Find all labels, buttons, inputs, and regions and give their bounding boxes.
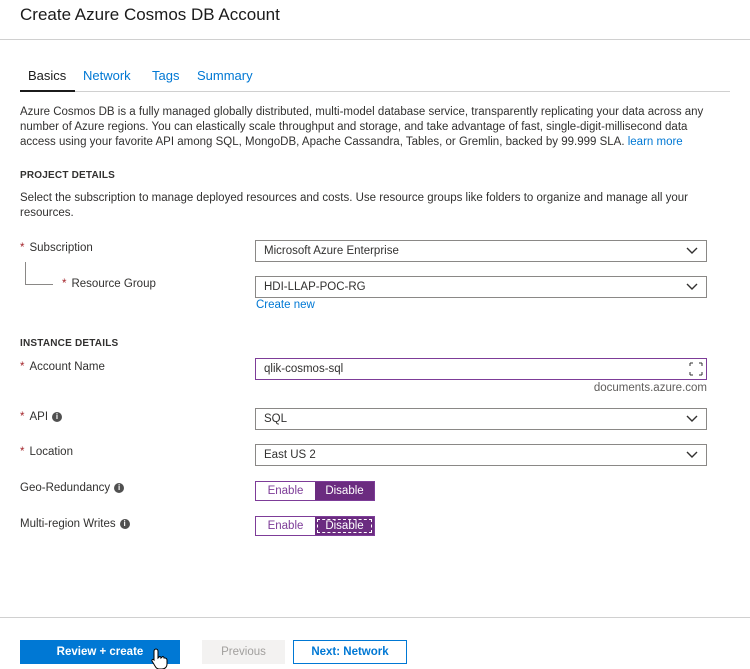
previous-button[interactable]: Previous	[202, 640, 285, 664]
geo-redundancy-disable[interactable]: Disable	[315, 482, 374, 500]
account-name-suffix: documents.azure.com	[593, 382, 707, 394]
account-name-input[interactable]: qlik-cosmos-sql	[255, 358, 707, 380]
multi-region-writes-disable[interactable]: Disable	[315, 517, 374, 535]
service-description-text: Azure Cosmos DB is a fully managed globa…	[20, 106, 704, 148]
required-marker: *	[20, 242, 25, 254]
instance-details-heading: INSTANCE DETAILS	[20, 338, 119, 349]
active-tab-indicator	[20, 90, 75, 92]
account-name-label-text: Account Name	[29, 361, 105, 373]
blade-header: Create Azure Cosmos DB Account	[0, 0, 750, 40]
geo-redundancy-label: Geo-Redundancy i	[20, 482, 125, 494]
account-name-value: qlik-cosmos-sql	[264, 363, 344, 375]
geo-redundancy-enable[interactable]: Enable	[256, 482, 315, 500]
required-marker: *	[20, 446, 25, 458]
page-title: Create Azure Cosmos DB Account	[20, 5, 280, 24]
create-new-link[interactable]: Create new	[256, 299, 315, 311]
location-label: * Location	[20, 446, 73, 458]
required-marker: *	[62, 278, 67, 290]
tab-basics[interactable]: Basics	[28, 68, 66, 83]
chevron-down-icon	[686, 283, 698, 290]
api-value: SQL	[264, 413, 288, 425]
next-network-button[interactable]: Next: Network	[293, 640, 407, 664]
multi-region-writes-label: Multi-region Writes i	[20, 518, 130, 530]
learn-more-link[interactable]: learn more	[628, 136, 683, 148]
geo-redundancy-label-text: Geo-Redundancy	[20, 482, 111, 494]
resize-handle-icon	[689, 362, 703, 376]
subscription-value: Microsoft Azure Enterprise	[264, 245, 399, 257]
required-marker: *	[20, 361, 25, 373]
tab-summary[interactable]: Summary	[197, 68, 253, 83]
multi-region-writes-label-text: Multi-region Writes	[20, 518, 116, 530]
location-dropdown[interactable]: East US 2	[255, 444, 707, 466]
info-icon[interactable]: i	[114, 482, 125, 493]
service-description: Azure Cosmos DB is a fully managed globa…	[20, 105, 710, 150]
tab-bar: Basics Network Tags Summary	[20, 62, 730, 92]
tab-network[interactable]: Network	[83, 68, 131, 83]
resource-group-dropdown[interactable]: HDI-LLAP-POC-RG	[255, 276, 707, 298]
location-label-text: Location	[29, 446, 73, 458]
project-details-description: Select the subscription to manage deploy…	[20, 192, 689, 219]
account-name-label: * Account Name	[20, 361, 105, 373]
geo-redundancy-toggle: Enable Disable	[255, 481, 375, 501]
subscription-label: * Subscription	[20, 242, 93, 254]
api-label: * API i	[20, 411, 63, 423]
project-details-heading: PROJECT DETAILS	[20, 170, 116, 181]
hand-cursor-icon	[151, 648, 168, 669]
required-marker: *	[20, 411, 25, 423]
chevron-down-icon	[686, 451, 698, 458]
info-icon[interactable]: i	[119, 518, 130, 529]
api-label-text: API	[29, 411, 49, 423]
chevron-down-icon	[686, 247, 698, 254]
footer-divider	[0, 617, 750, 618]
location-value: East US 2	[264, 449, 316, 461]
multi-region-writes-toggle: Enable Disable	[255, 516, 375, 536]
tree-connector	[25, 262, 26, 284]
info-icon[interactable]: i	[52, 411, 63, 422]
tree-connector	[25, 284, 53, 285]
resource-group-value: HDI-LLAP-POC-RG	[264, 281, 366, 293]
chevron-down-icon	[686, 415, 698, 422]
tab-tags[interactable]: Tags	[152, 68, 179, 83]
resource-group-label: * Resource Group	[62, 278, 156, 290]
resource-group-label-text: Resource Group	[71, 278, 156, 290]
subscription-label-text: Subscription	[29, 242, 93, 254]
subscription-dropdown[interactable]: Microsoft Azure Enterprise	[255, 240, 707, 262]
api-dropdown[interactable]: SQL	[255, 408, 707, 430]
multi-region-writes-enable[interactable]: Enable	[256, 517, 315, 535]
